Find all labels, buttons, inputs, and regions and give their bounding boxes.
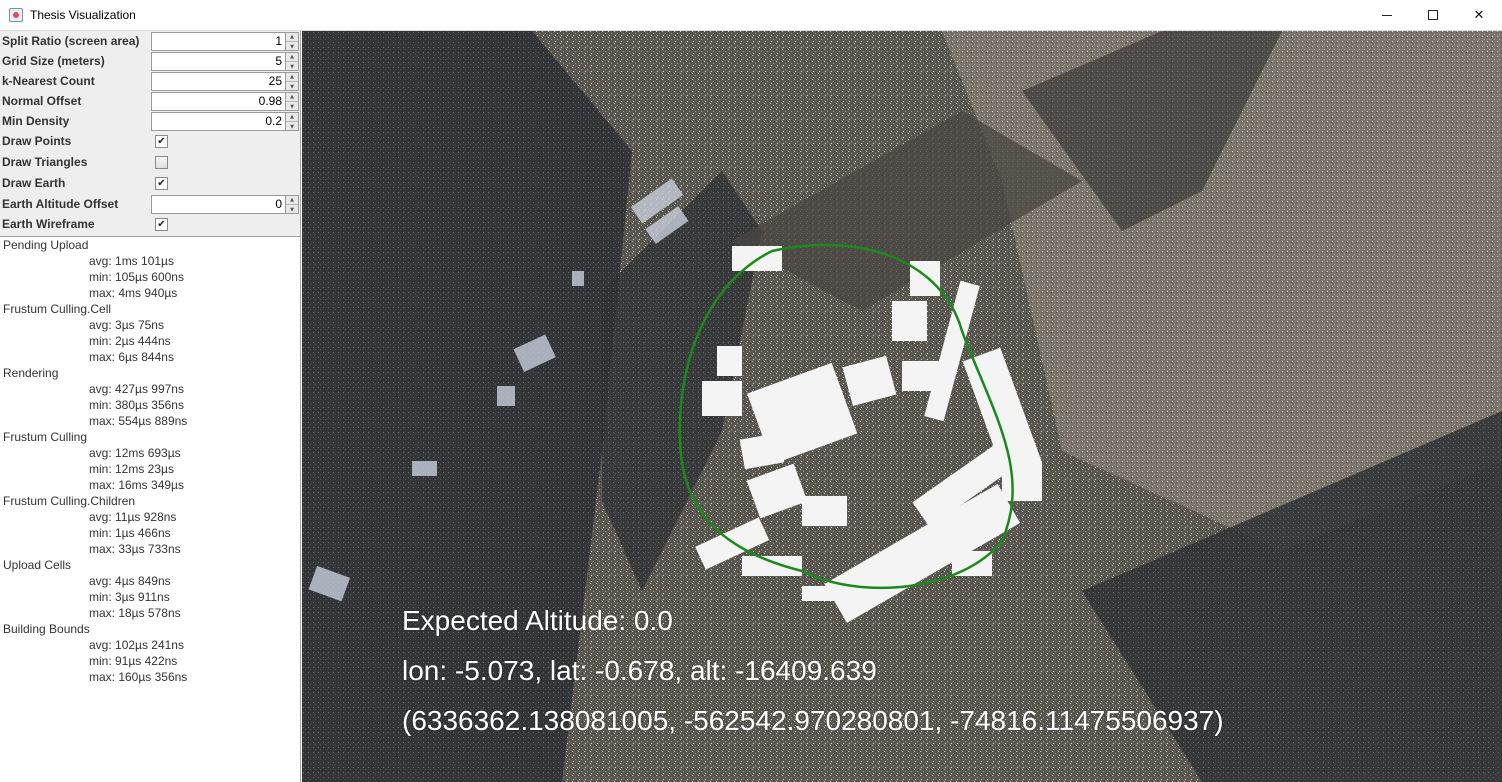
stat-avg: avg: 12ms 693µs xyxy=(89,446,181,460)
decrement-arrow-icon[interactable]: ▼ xyxy=(286,122,298,131)
stat-avg: avg: 11µs 928ns xyxy=(89,510,177,524)
normal-offset-spinner: 0.98 ▲ ▼ xyxy=(151,92,299,111)
min-density-row: Min Density 0.2 ▲ ▼ xyxy=(0,111,300,131)
grid-size-input[interactable]: 5 xyxy=(151,52,286,71)
normal-offset-input[interactable]: 0.98 xyxy=(151,92,286,111)
earth-wireframe-label: Earth Wireframe xyxy=(2,217,95,231)
draw-triangles-label: Draw Triangles xyxy=(2,155,88,169)
draw-triangles-row: Draw Triangles xyxy=(0,152,300,172)
stat-max: max: 18µs 578ns xyxy=(89,606,181,620)
earth-altitude-offset-input[interactable]: 0 xyxy=(151,195,286,214)
increment-arrow-icon[interactable]: ▲ xyxy=(286,113,298,122)
stat-max: max: 554µs 889ns xyxy=(89,414,188,428)
stat-max: max: 33µs 733ns xyxy=(89,542,181,556)
split-ratio-input[interactable]: 1 xyxy=(151,32,286,51)
decrement-arrow-icon[interactable]: ▼ xyxy=(286,82,298,91)
increment-arrow-icon[interactable]: ▲ xyxy=(286,196,298,205)
stat-max: max: 160µs 356ns xyxy=(89,670,188,684)
stat-avg: avg: 102µs 241ns xyxy=(89,638,184,652)
k-nearest-label: k-Nearest Count xyxy=(2,74,95,88)
k-nearest-input[interactable]: 25 xyxy=(151,72,286,91)
cartesian-coordinates-label: (6336362.138081005, -562542.970280801, -… xyxy=(402,705,1224,736)
draw-points-row: Draw Points ✔ xyxy=(0,131,300,151)
draw-earth-row: Draw Earth ✔ xyxy=(0,173,300,193)
stat-min: min: 105µs 600ns xyxy=(89,270,184,284)
split-ratio-label: Split Ratio (screen area) xyxy=(2,34,140,48)
min-density-spinner: 0.2 ▲ ▼ xyxy=(151,112,299,131)
draw-triangles-checkbox[interactable] xyxy=(155,156,168,169)
grid-size-label: Grid Size (meters) xyxy=(2,54,105,68)
normal-offset-label: Normal Offset xyxy=(2,94,82,108)
timing-stats-panel: Pending Upload avg: 1ms 101µs min: 105µs… xyxy=(0,236,300,782)
stat-min: min: 1µs 466ns xyxy=(89,526,171,540)
maximize-button[interactable] xyxy=(1410,0,1456,30)
stat-max: max: 6µs 844ns xyxy=(89,350,174,364)
earth-altitude-offset-row: Earth Altitude Offset 0 ▲ ▼ xyxy=(0,194,300,214)
stat-avg: avg: 4µs 849ns xyxy=(89,574,171,588)
point-cloud-viewport[interactable]: Expected Altitude: 0.0 lon: -5.073, lat:… xyxy=(302,31,1502,782)
close-button[interactable]: ✕ xyxy=(1456,0,1502,30)
increment-arrow-icon[interactable]: ▲ xyxy=(286,53,298,62)
earth-wireframe-checkbox[interactable]: ✔ xyxy=(155,218,168,231)
title-bar: Thesis Visualization ✕ xyxy=(0,0,1502,31)
close-icon: ✕ xyxy=(1473,7,1485,23)
earth-altitude-offset-label: Earth Altitude Offset xyxy=(2,197,119,211)
k-nearest-spinner: 25 ▲ ▼ xyxy=(151,72,299,91)
java-app-icon xyxy=(9,8,23,22)
stat-min: min: 91µs 422ns xyxy=(89,654,178,668)
decrement-arrow-icon[interactable]: ▼ xyxy=(286,42,298,51)
stat-group-title: Frustum Culling xyxy=(3,430,88,444)
stat-max: max: 4ms 940µs xyxy=(89,286,178,300)
stat-group-title: Frustum Culling.Children xyxy=(3,494,136,508)
stat-min: min: 380µs 356ns xyxy=(89,398,184,412)
split-ratio-row: Split Ratio (screen area) 1 ▲ ▼ xyxy=(0,31,300,51)
stat-min: min: 12ms 23µs xyxy=(89,462,174,476)
stat-avg: avg: 3µs 75ns xyxy=(89,318,164,332)
expected-altitude-label: Expected Altitude: 0.0 xyxy=(402,605,673,636)
min-density-label: Min Density xyxy=(2,114,70,128)
draw-earth-label: Draw Earth xyxy=(2,176,66,190)
draw-points-label: Draw Points xyxy=(2,134,72,148)
stat-group-title: Upload Cells xyxy=(3,558,72,572)
draw-points-checkbox[interactable]: ✔ xyxy=(155,135,168,148)
increment-arrow-icon[interactable]: ▲ xyxy=(286,33,298,42)
stat-avg: avg: 427µs 997ns xyxy=(89,382,184,396)
k-nearest-row: k-Nearest Count 25 ▲ ▼ xyxy=(0,71,300,91)
normal-offset-row: Normal Offset 0.98 ▲ ▼ xyxy=(0,91,300,111)
stat-group-title: Building Bounds xyxy=(3,622,90,636)
settings-panel: Split Ratio (screen area) 1 ▲ ▼ Grid Siz… xyxy=(0,31,301,782)
increment-arrow-icon[interactable]: ▲ xyxy=(286,93,298,102)
geo-coordinates-label: lon: -5.073, lat: -0.678, alt: -16409.63… xyxy=(402,655,877,686)
grid-size-spinner: 5 ▲ ▼ xyxy=(151,52,299,71)
increment-arrow-icon[interactable]: ▲ xyxy=(286,73,298,82)
maximize-icon xyxy=(1428,10,1438,20)
stat-max: max: 16ms 349µs xyxy=(89,478,184,492)
minimize-icon xyxy=(1382,14,1392,16)
earth-wireframe-row: Earth Wireframe ✔ xyxy=(0,214,300,234)
split-ratio-spinner: 1 ▲ ▼ xyxy=(151,32,299,51)
stat-min: min: 2µs 444ns xyxy=(89,334,171,348)
min-density-input[interactable]: 0.2 xyxy=(151,112,286,131)
decrement-arrow-icon[interactable]: ▼ xyxy=(286,102,298,111)
earth-altitude-offset-spinner: 0 ▲ ▼ xyxy=(151,195,299,214)
decrement-arrow-icon[interactable]: ▼ xyxy=(286,205,298,214)
stat-avg: avg: 1ms 101µs xyxy=(89,254,174,268)
draw-earth-checkbox[interactable]: ✔ xyxy=(155,177,168,190)
stat-group-title: Rendering xyxy=(3,366,59,380)
minimize-button[interactable] xyxy=(1364,0,1410,30)
stat-min: min: 3µs 911ns xyxy=(89,590,170,604)
stat-group-title: Pending Upload xyxy=(3,238,89,252)
grid-size-row: Grid Size (meters) 5 ▲ ▼ xyxy=(0,51,300,71)
window-title: Thesis Visualization xyxy=(30,8,136,22)
stat-group-title: Frustum Culling.Cell xyxy=(3,302,112,316)
decrement-arrow-icon[interactable]: ▼ xyxy=(286,62,298,71)
